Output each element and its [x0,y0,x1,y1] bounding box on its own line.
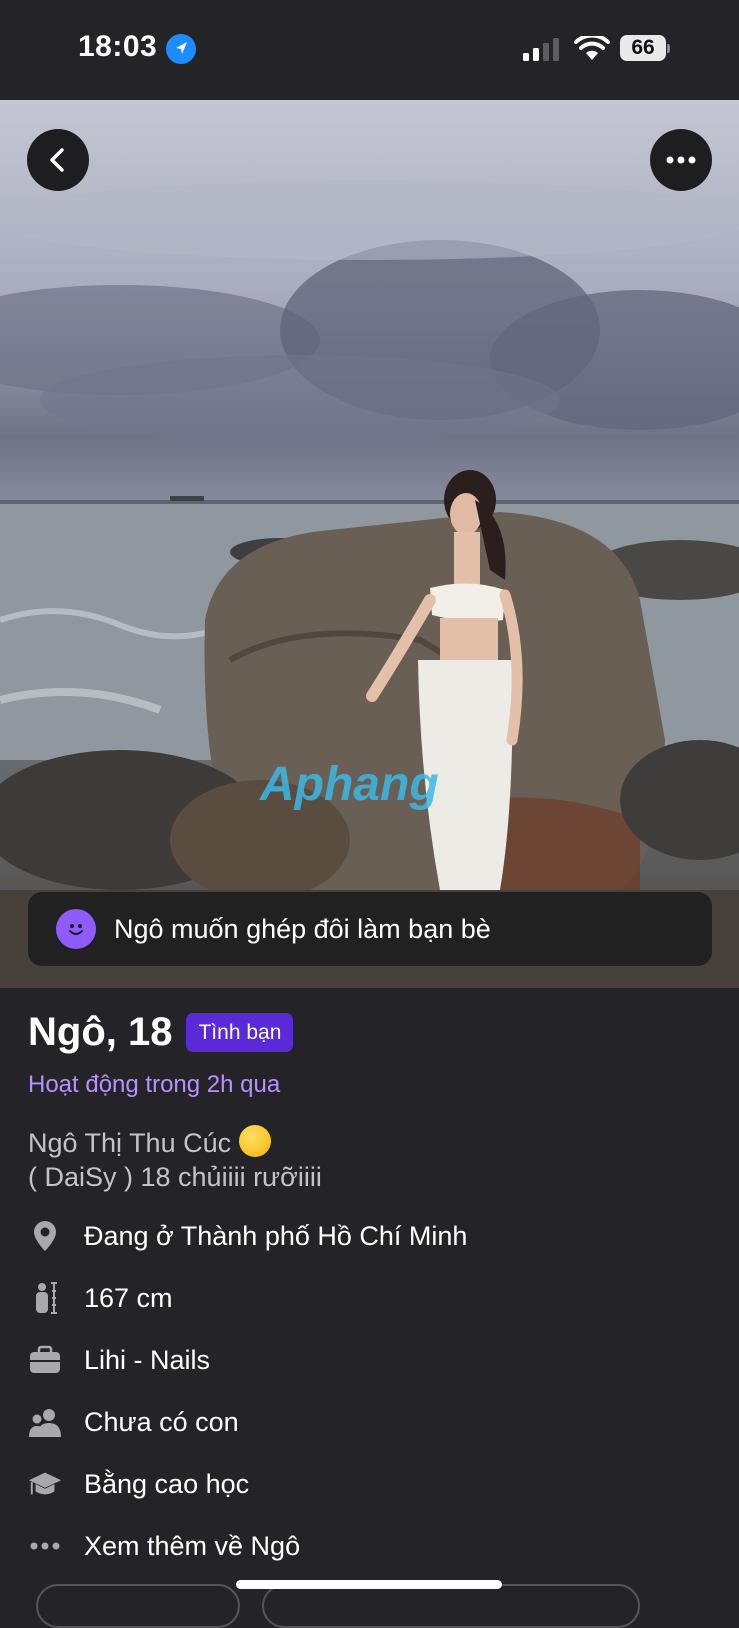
home-indicator [236,1580,502,1589]
name-row: Ngô, 18 Tình bạn [28,1010,294,1055]
detail-children: Chưa có con [28,1405,239,1439]
detail-height-text: 167 cm [84,1282,173,1313]
watermark-text: Aphang [259,758,439,811]
detail-education-text: Bằng cao học [84,1468,250,1499]
see-more-text: Xem thêm về Ngô [84,1530,301,1561]
battery-icon: 66 [620,35,670,63]
see-more-link[interactable]: Xem thêm về Ngô [28,1529,300,1563]
battery-level: 66 [620,35,666,61]
detail-job: Lihi - Nails [28,1343,210,1377]
profile-bio: Ngô Thị Thu Cúc ( DaiSy ) 18 chủiiii rưỡ… [28,1125,322,1194]
bottom-action-button-left[interactable] [36,1584,240,1628]
briefcase-icon [28,1343,62,1377]
bio-line-2: ( DaiSy ) 18 chủiiii rưỡiiii [28,1162,322,1192]
bottom-action-button-right[interactable] [262,1584,640,1628]
wifi-icon [574,36,610,60]
detail-education: Bằng cao học [28,1467,249,1501]
match-banner-text: Ngô muốn ghép đôi làm bạn bè [114,913,491,944]
chevron-left-icon [50,148,64,172]
smiling-face-with-hearts-icon [239,1125,272,1157]
status-bar: 18:03 66 [0,0,739,100]
friendship-badge: Tình bạn [186,1013,294,1052]
graduation-cap-icon [28,1467,62,1501]
more-options-button[interactable] [650,129,712,191]
detail-job-text: Lihi - Nails [84,1344,211,1375]
detail-location-text: Đang ở Thành phố Hồ Chí Minh [84,1220,468,1251]
smile-icon [56,909,96,949]
ellipsis-icon [666,156,696,164]
location-arrow-icon [166,34,196,64]
back-button[interactable] [27,129,89,191]
profile-name-age: Ngô, 18 [28,1010,173,1054]
detail-children-text: Chưa có con [84,1406,239,1437]
activity-status: Hoạt động trong 2h qua [28,1071,281,1098]
children-icon [28,1405,62,1439]
location-pin-icon [28,1219,62,1253]
cellular-signal-icon [523,38,559,61]
height-icon [28,1281,62,1315]
more-dots-icon [28,1529,62,1563]
status-time: 18:03 [78,30,158,63]
profile-photo[interactable]: Aphang [0,100,739,988]
match-banner: Ngô muốn ghép đôi làm bạn bè [28,892,712,966]
detail-location: Đang ở Thành phố Hồ Chí Minh [28,1219,467,1253]
detail-height: 167 cm [28,1281,173,1315]
bio-line-1: Ngô Thị Thu Cúc [28,1128,232,1158]
